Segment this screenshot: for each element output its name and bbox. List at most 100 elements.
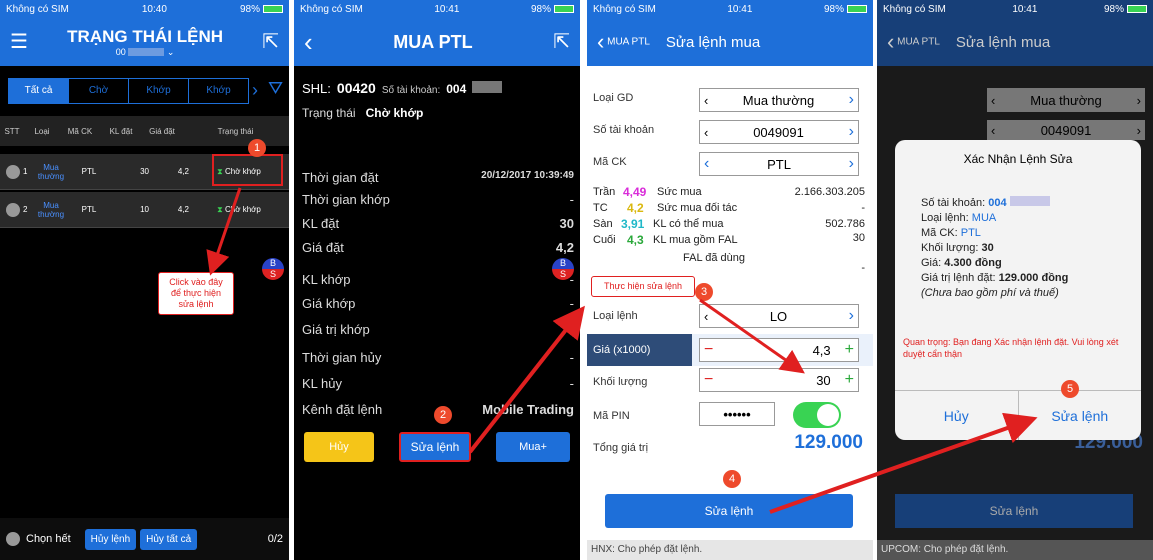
col-qty: KL đặt xyxy=(109,126,133,136)
buy-sell-icon[interactable]: BS xyxy=(552,258,574,280)
detail-row: KL hủy - xyxy=(302,376,574,391)
back-label: MUA PTL xyxy=(897,36,940,48)
buy-sell-icon[interactable]: BS xyxy=(262,258,284,280)
col-price: Giá đặt xyxy=(149,126,175,136)
share-icon[interactable]: ⇱ xyxy=(262,32,279,52)
partner-power-label: Sức mua đối tác xyxy=(657,202,738,214)
partner-power-value: - xyxy=(861,202,865,214)
dialog-confirm-button[interactable]: Sửa lệnh xyxy=(1019,391,1142,440)
back-button[interactable]: ‹ MUA PTL xyxy=(597,29,650,55)
chevron-right-icon: › xyxy=(1136,92,1141,108)
detail-value: 30 xyxy=(559,216,574,231)
select-all-checkbox[interactable] xyxy=(6,532,20,546)
plus-icon[interactable]: + xyxy=(845,371,854,389)
total-value: 129.000 xyxy=(794,432,863,453)
minus-icon[interactable]: − xyxy=(704,341,713,359)
account-value: 0049091 xyxy=(753,124,804,140)
buy-more-button[interactable]: Mua+ xyxy=(496,432,570,462)
edit-order-button[interactable]: Sửa lệnh xyxy=(399,432,471,462)
price-row: Giá (x1000) − 4,3 + xyxy=(587,334,873,366)
account-select[interactable]: ‹ 0049091 › xyxy=(699,120,859,144)
chevron-right-icon[interactable]: › xyxy=(849,155,854,173)
status-bar: Không có SIM 10:41 98% xyxy=(294,0,580,18)
row-code: PTL xyxy=(81,167,97,176)
price-stepper[interactable]: − 4,3 + xyxy=(699,338,859,362)
dialog-info: Số tài khoản: 004 Loại lệnh: MUA Mã CK: … xyxy=(921,196,1068,301)
account-mask xyxy=(128,48,165,57)
cancel-button[interactable]: Hủy xyxy=(304,432,374,462)
chevron-left-icon[interactable]: ‹ xyxy=(704,93,708,108)
status-bar: Không có SIM 10:41 98% xyxy=(877,0,1153,18)
chevron-left-icon[interactable]: ‹ xyxy=(704,309,708,324)
detail-value: Mobile Trading xyxy=(482,402,574,417)
cancel-all-button[interactable]: Hủy tất cả xyxy=(140,528,198,550)
chevron-left-icon: ‹ xyxy=(991,92,996,108)
step-badge-3: 3 xyxy=(695,283,713,301)
row-status[interactable]: ⧗ Chờ khớp xyxy=(189,205,289,215)
battery-icon xyxy=(1126,4,1147,13)
selected-count: 0/2 xyxy=(267,533,283,545)
table-row[interactable]: 2 Mua thường PTL 10 4,2 ⧗ Chờ khớp xyxy=(0,192,289,228)
account-dropdown[interactable]: 00 ⌄ xyxy=(67,47,223,58)
trade-type-select[interactable]: ‹ Mua thường › xyxy=(699,88,859,112)
col-code: Mã CK xyxy=(67,126,93,136)
info-price: 4.300 đồng xyxy=(944,257,1002,269)
row-checkbox[interactable] xyxy=(6,202,20,217)
pin-label: Mã PIN xyxy=(593,410,630,422)
table-header: STT Loại Mã CK KL đặt Giá đặt Trạng thái xyxy=(0,116,289,146)
tab-matched[interactable]: Khớp xyxy=(129,79,189,103)
filter-tabs: Tất cả Chờ Khớp Khớp xyxy=(8,78,249,104)
dialog-cancel-button[interactable]: Hủy xyxy=(895,391,1019,440)
back-button[interactable]: ‹ MUA PTL xyxy=(887,29,940,55)
action-buttons: Hủy Sửa lệnh Mua+ xyxy=(304,432,570,462)
row-checkbox[interactable] xyxy=(6,164,20,179)
order-status-screen: Không có SIM 10:40 98% ☰ TRẠNG THÁI LỆNH… xyxy=(0,0,289,560)
detail-label: Giá khớp xyxy=(302,296,356,311)
bg-trade-type: ‹ Mua thường › xyxy=(987,88,1145,112)
info-value: 129.000 đồng xyxy=(998,272,1069,284)
minus-icon[interactable]: − xyxy=(704,371,713,389)
price-input[interactable]: 4,3 xyxy=(813,343,831,358)
tab-all[interactable]: Tất cả xyxy=(9,79,69,103)
cancel-order-button[interactable]: Hủy lệnh xyxy=(84,528,137,550)
submit-edit-button[interactable]: Sửa lệnh xyxy=(605,494,853,528)
carrier-label: Không có SIM xyxy=(300,3,363,15)
qty-stepper[interactable]: − 30 + xyxy=(699,368,859,392)
plus-icon[interactable]: + xyxy=(845,341,854,359)
share-icon[interactable]: ⇱ xyxy=(553,32,570,52)
chevron-right-icon[interactable]: › xyxy=(849,123,854,141)
chevron-left-icon[interactable]: ‹ xyxy=(704,155,709,173)
qty-input[interactable]: 30 xyxy=(816,373,830,388)
tab-pending[interactable]: Chờ xyxy=(69,79,129,103)
chevron-left-icon[interactable]: ‹ xyxy=(704,125,708,140)
tab-matched-partial[interactable]: Khớp xyxy=(189,79,248,103)
market-status: UPCOM: Cho phép đặt lệnh. xyxy=(877,540,1153,560)
battery-label: 98% xyxy=(530,3,551,15)
col-status: Trạng thái xyxy=(217,126,254,136)
trade-type-value: Mua thường xyxy=(742,92,815,108)
stock-code-select[interactable]: ‹ PTL › xyxy=(699,152,859,176)
callout-note: Thực hiện sửa lệnh xyxy=(591,276,695,297)
row-stt: 2 xyxy=(23,205,28,214)
chevron-left-icon: ‹ xyxy=(991,122,996,138)
order-type-select[interactable]: ‹ LO › xyxy=(699,304,859,328)
battery-label: 98% xyxy=(239,3,260,15)
battery-icon xyxy=(553,4,574,13)
highlight-box xyxy=(212,154,283,186)
menu-icon[interactable]: ☰ xyxy=(10,32,28,52)
chevron-right-icon[interactable]: › xyxy=(849,307,854,325)
filter-icon[interactable]: ⛛ xyxy=(268,78,283,99)
chevron-right-icon[interactable]: › xyxy=(849,91,854,109)
back-icon[interactable]: ‹ xyxy=(304,29,313,55)
chevron-right-icon[interactable]: › xyxy=(252,80,258,101)
buying-power-value: 2.166.303.205 xyxy=(794,186,865,198)
time-label: 10:41 xyxy=(727,3,753,15)
last-label: Cuối xyxy=(593,234,616,246)
total-label: Tổng giá trị xyxy=(593,442,649,454)
pin-toggle[interactable] xyxy=(793,402,841,428)
carrier-label: Không có SIM xyxy=(6,3,69,15)
info-price-label: Giá: xyxy=(921,257,942,269)
back-label: MUA PTL xyxy=(607,36,650,48)
pin-input[interactable]: •••••• xyxy=(699,402,775,426)
stock-code-value: PTL xyxy=(767,156,791,172)
